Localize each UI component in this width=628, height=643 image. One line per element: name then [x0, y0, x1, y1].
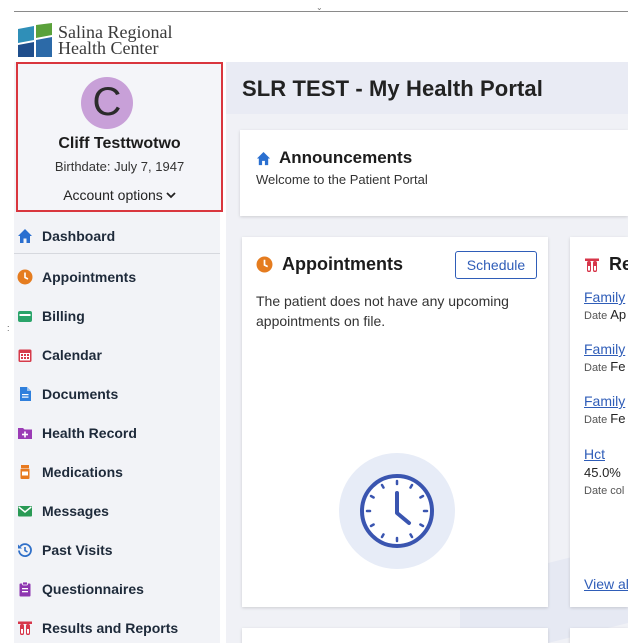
sidebar-item-label: Dashboard [42, 227, 116, 244]
test-tubes-icon [16, 619, 34, 637]
announcements-title: Announcements [279, 148, 413, 167]
profile-birthdate: Birthdate: July 7, 1947 [54, 159, 185, 174]
announcements-message: Welcome to the Patient Portal [256, 172, 428, 187]
bottom-card [570, 628, 628, 643]
sidebar-item-questionnaires[interactable]: Questionnaires [14, 569, 220, 608]
appointments-title: Appointments [282, 254, 403, 274]
sidebar-item-results-and-reports[interactable]: Results and Reports [14, 608, 220, 643]
result-link-hct[interactable]: Hct [584, 446, 605, 462]
home-icon [16, 227, 34, 245]
avatar[interactable]: C [81, 77, 133, 129]
sidebar-item-health-record[interactable]: Health Record [14, 413, 220, 452]
sidebar-item-label: Messages [42, 502, 109, 519]
top-edge-mark: ⌄ [316, 3, 323, 12]
schedule-button[interactable]: Schedule [455, 251, 537, 279]
bottom-card [242, 628, 548, 643]
results-title: Re [609, 254, 628, 274]
result-date-label: Date [584, 362, 608, 374]
sidebar-item-label: Past Visits [42, 541, 113, 558]
logo-text: Salina Regional Health Center [58, 23, 172, 58]
sidebar-item-label: Appointments [42, 268, 137, 285]
logo[interactable]: Salina Regional Health Center [18, 22, 172, 58]
result-date-note: Date col [584, 485, 625, 497]
result-date: Date Ap [584, 307, 626, 322]
logo-mark-icon [18, 23, 52, 57]
sidebar-item-label: Billing [42, 307, 85, 324]
results-heading: Re [584, 254, 628, 275]
chevron-down-icon [166, 191, 176, 202]
clock-illustration [339, 453, 455, 569]
result-date-label: Date [584, 414, 608, 426]
profile-name: Cliff Testtwotwo [58, 135, 181, 152]
account-options-button[interactable]: Account options [18, 187, 221, 203]
sidebar-item-medications[interactable]: Medications [14, 452, 220, 491]
sidebar-item-calendar[interactable]: Calendar [14, 335, 220, 374]
result-link[interactable]: Family [584, 289, 625, 305]
sidebar-item-past-visits[interactable]: Past Visits [14, 530, 220, 569]
home-icon [256, 151, 271, 165]
sidebar-item-documents[interactable]: Documents [14, 374, 220, 413]
view-all-link[interactable]: View al [584, 576, 628, 592]
calendar-icon [16, 346, 34, 364]
result-date-label: Date [584, 310, 608, 322]
result-value: 45.0% [584, 465, 621, 480]
appointments-card: Appointments Schedule The patient does n… [242, 237, 548, 607]
clock-icon [16, 268, 34, 286]
clipboard-icon [16, 580, 34, 598]
announcements-heading: Announcements [256, 148, 412, 168]
logo-line-2: Health Center [58, 38, 159, 58]
profile-panel: C Cliff Testtwotwo Birthdate: July 7, 19… [16, 62, 223, 212]
clock-icon [256, 256, 273, 273]
page-header: SLR TEST - My Health Portal [226, 62, 628, 114]
sidebar-item-label: Calendar [42, 346, 102, 363]
sidebar-item-messages[interactable]: Messages [14, 491, 220, 530]
sidebar-item-dashboard[interactable]: Dashboard [14, 218, 220, 254]
sidebar-nav: Dashboard Appointments Billing Calendar … [14, 218, 220, 643]
sidebar-item-label: Documents [42, 385, 119, 402]
appointments-heading: Appointments [256, 254, 403, 275]
result-date-value: Ap [610, 307, 627, 322]
announcements-card: Announcements Welcome to the Patient Por… [240, 130, 628, 216]
account-options-label: Account options [63, 187, 163, 203]
result-link[interactable]: Family [584, 341, 625, 357]
clock-illustration-icon [360, 474, 434, 548]
document-icon [16, 385, 34, 403]
result-link[interactable]: Family [584, 393, 625, 409]
wallet-icon [16, 307, 34, 325]
result-date: Date Fe [584, 411, 625, 426]
sidebar-item-label: Results and Reports [42, 619, 179, 636]
pill-bottle-icon [16, 463, 34, 481]
results-card: Re Family Date Ap Family Date Fe Family Da… [570, 237, 628, 607]
sidebar-item-billing[interactable]: Billing [14, 296, 220, 335]
sidebar-item-label: Questionnaires [42, 580, 144, 597]
sidebar: C Cliff Testtwotwo Birthdate: July 7, 19… [14, 62, 223, 643]
history-icon [16, 541, 34, 559]
sidebar-item-label: Health Record [42, 424, 137, 441]
envelope-icon [16, 502, 34, 520]
result-date-value: Fe [610, 411, 626, 426]
result-date: Date Fe [584, 359, 625, 374]
edge-mark: : [7, 323, 10, 333]
result-date-value: Fe [610, 359, 626, 374]
page-title: SLR TEST - My Health Portal [242, 76, 543, 101]
sidebar-item-label: Medications [42, 463, 123, 480]
test-tubes-icon [585, 258, 599, 272]
sidebar-item-appointments[interactable]: Appointments [14, 257, 220, 296]
medical-folder-icon [16, 424, 34, 442]
appointments-empty-message: The patient does not have any upcoming a… [256, 293, 509, 329]
